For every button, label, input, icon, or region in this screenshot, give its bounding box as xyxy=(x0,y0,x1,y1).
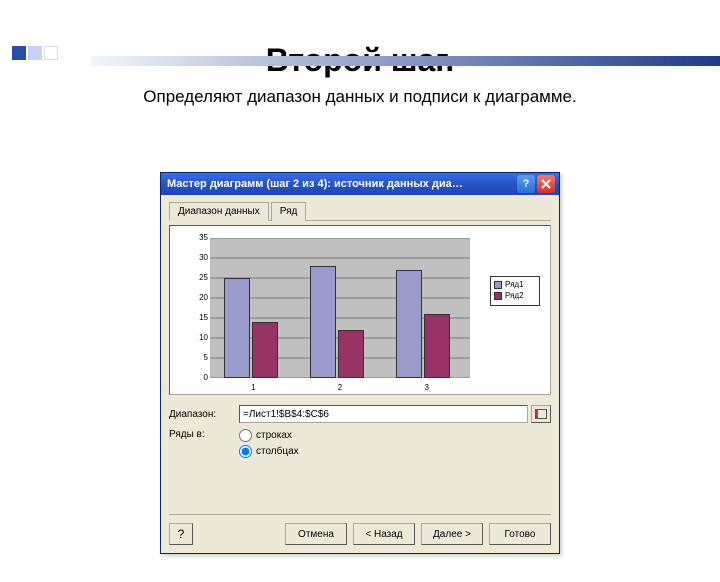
radio-cols-input[interactable] xyxy=(239,445,252,458)
dialog-button-bar: ? Отмена < Назад Далее > Готово xyxy=(169,514,551,545)
x-axis-labels: 1 2 3 xyxy=(210,383,470,392)
bar-s2-3 xyxy=(424,314,450,378)
collapse-range-button[interactable] xyxy=(531,405,551,423)
y-axis-labels: 35 30 25 20 15 10 5 0 xyxy=(192,234,208,394)
tab-data-range[interactable]: Диапазон данных xyxy=(169,202,269,221)
chart-plot-area xyxy=(210,238,470,378)
help-icon: ? xyxy=(178,527,185,541)
titlebar-help-button[interactable]: ? xyxy=(517,175,535,193)
back-button[interactable]: < Назад xyxy=(353,523,415,545)
tab-series[interactable]: Ряд xyxy=(271,202,307,221)
chart-wizard-dialog: Мастер диаграмм (шаг 2 из 4): источник д… xyxy=(160,172,560,554)
decor-squares xyxy=(12,46,60,65)
range-label: Диапазон: xyxy=(169,409,239,420)
chart-legend: Ряд1 Ряд2 xyxy=(490,276,540,306)
bar-s1-1 xyxy=(224,278,250,378)
close-icon xyxy=(541,179,551,189)
tab-strip: Диапазон данных Ряд xyxy=(169,201,551,221)
slide-subtitle: Определяют диапазон данных и подписи к д… xyxy=(0,87,720,107)
radio-rows[interactable]: строках xyxy=(239,429,299,442)
slide-decoration xyxy=(0,42,720,70)
dialog-titlebar[interactable]: Мастер диаграмм (шаг 2 из 4): источник д… xyxy=(161,173,559,195)
rows-in-label: Ряды в: xyxy=(169,429,239,440)
radio-rows-input[interactable] xyxy=(239,429,252,442)
cancel-button[interactable]: Отмена xyxy=(285,523,347,545)
next-button[interactable]: Далее > xyxy=(421,523,483,545)
range-input[interactable] xyxy=(239,405,528,423)
dialog-title: Мастер диаграмм (шаг 2 из 4): источник д… xyxy=(167,178,517,190)
bar-s1-3 xyxy=(396,270,422,378)
radio-cols[interactable]: столбцах xyxy=(239,445,299,458)
help-button[interactable]: ? xyxy=(169,523,193,545)
finish-button[interactable]: Готово xyxy=(489,523,551,545)
bar-s1-2 xyxy=(310,266,336,378)
decor-gradient xyxy=(90,56,720,66)
chart-preview: 35 30 25 20 15 10 5 0 xyxy=(169,225,551,395)
titlebar-close-button[interactable] xyxy=(537,175,555,193)
bar-s2-1 xyxy=(252,322,278,378)
range-picker-icon xyxy=(535,409,547,419)
bar-s2-2 xyxy=(338,330,364,378)
